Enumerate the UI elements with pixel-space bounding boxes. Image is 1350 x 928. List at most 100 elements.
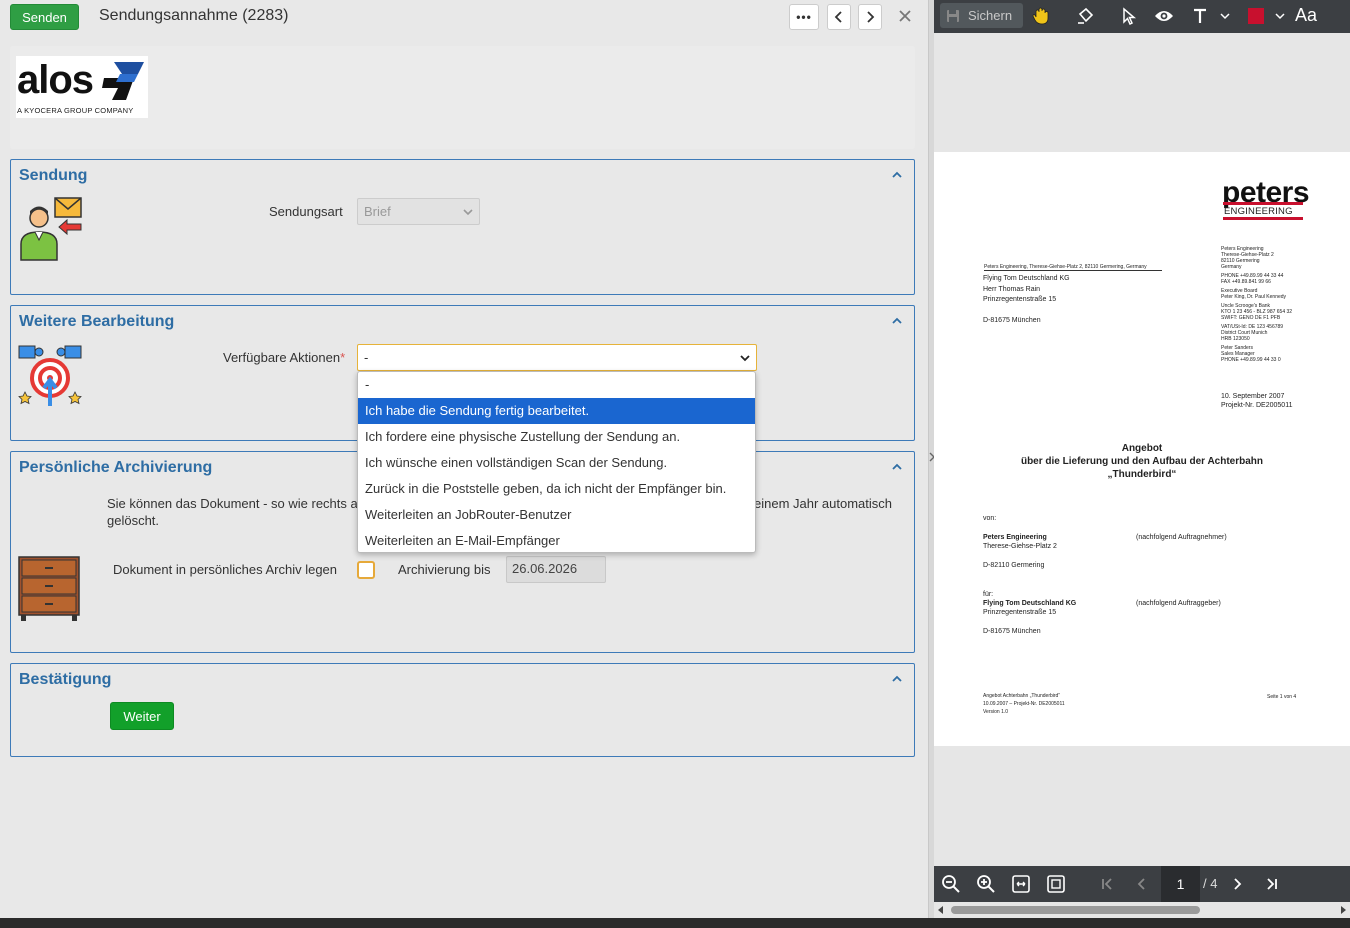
doc-footer-page: Seite 1 von 4 <box>1267 694 1297 700</box>
page-total: / 4 <box>1203 876 1218 891</box>
dropdown-option[interactable]: Ich wünsche einen vollständigen Scan der… <box>358 450 755 476</box>
dropdown-option[interactable]: Ich habe die Sendung fertig bearbeitet. <box>358 398 755 424</box>
doc-fuer-label: für: <box>983 591 994 598</box>
scroll-right-icon[interactable] <box>1339 905 1347 915</box>
doc-sender-rule <box>984 270 1162 271</box>
next-page-icon[interactable] <box>1227 874 1247 894</box>
chevron-up-icon[interactable] <box>890 168 904 182</box>
aktionen-select[interactable]: - <box>357 344 757 371</box>
archiv-info-text-end: einem Jahr automatisch <box>754 496 893 511</box>
eye-icon[interactable] <box>1153 5 1175 27</box>
doc-von-name: Peters Engineering <box>983 534 1047 541</box>
aktionen-label: Verfügbare Aktionen* <box>223 350 345 365</box>
scrollbar-thumb[interactable] <box>951 906 1200 914</box>
doc-von-street: Therese-Giehse-Platz 2 <box>983 543 1057 550</box>
close-button[interactable] <box>895 5 915 27</box>
doc-heading-1: Angebot <box>1121 443 1163 454</box>
chevron-down-icon[interactable] <box>1269 5 1291 27</box>
page-number-input[interactable]: 1 <box>1161 866 1200 902</box>
dropdown-option[interactable]: - <box>358 372 755 398</box>
hand-tool-icon[interactable] <box>1030 5 1052 27</box>
doc-von-label: von: <box>983 515 997 522</box>
archiv-date-label: Archivierung bis <box>398 562 491 577</box>
more-options-button[interactable]: ••• <box>789 4 819 30</box>
doc-heading-2: über die Lieferung und den Aufbau der Ac… <box>1020 456 1264 467</box>
section-title: Sendung <box>19 167 88 184</box>
chevron-left-icon <box>834 11 842 23</box>
dropdown-option[interactable]: Zurück in die Poststelle geben, da ich n… <box>358 476 755 502</box>
doc-recipient-block: Flying Tom Deutschland KG Herr Thomas Rai… <box>983 274 1070 327</box>
logo-mark-icon <box>102 62 144 100</box>
archiv-info-text-start: Sie können das Dokument - so wie rechts … <box>107 496 358 511</box>
zoom-in-icon[interactable] <box>976 874 996 894</box>
pdf-page: peters ENGINEERING Peters Engineering, T… <box>934 152 1350 746</box>
doc-project: Projekt-Nr. DE2005011 <box>1221 402 1293 409</box>
send-button[interactable]: Senden <box>10 4 79 30</box>
next-button[interactable] <box>858 4 882 30</box>
doc-footer-line: 10.09.2007 – Projekt-Nr. DE2005011 <box>983 701 1065 707</box>
chevron-right-icon <box>867 11 875 23</box>
dropdown-option[interactable]: Weiterleiten an JobRouter-Benutzer <box>358 502 755 528</box>
sendungsart-label: Sendungsart <box>269 204 343 219</box>
save-label: Sichern <box>968 8 1013 23</box>
doc-fuer-city: D-81675 München <box>983 628 1041 635</box>
close-icon <box>899 10 911 22</box>
fit-width-icon[interactable] <box>1011 874 1031 894</box>
chevron-up-icon[interactable] <box>890 314 904 328</box>
logo-panel: alos A KYOCERA GROUP COMPANY <box>10 46 915 149</box>
dropdown-option[interactable]: Weiterleiten an E-Mail-Empfänger <box>358 528 755 554</box>
viewer-bottom-toolbar: 1 / 4 <box>934 866 1350 902</box>
chevron-up-icon[interactable] <box>890 672 904 686</box>
zoom-out-icon[interactable] <box>941 874 961 894</box>
logo-subtitle: A KYOCERA GROUP COMPANY <box>17 106 134 115</box>
aktionen-label-text: Verfügbare Aktionen <box>223 350 341 365</box>
section-title: Weitere Bearbeitung <box>19 313 175 330</box>
doc-recipient-line: Herr Thomas Rain <box>983 285 1041 293</box>
section-title: Bestätigung <box>19 671 112 688</box>
form-panel: Senden Sendungsannahme (2283) ••• alos A… <box>0 0 928 918</box>
doc-footer-line: Version 1.0 <box>983 709 1009 715</box>
page-title: Sendungsannahme (2283) <box>99 7 289 24</box>
doc-company-info-line: PHONE +49.89.99 44 33 0 <box>1221 357 1281 363</box>
weiter-button[interactable]: Weiter <box>110 702 174 730</box>
horizontal-scrollbar[interactable] <box>934 902 1350 918</box>
previous-button[interactable] <box>827 4 851 30</box>
required-marker: * <box>340 350 346 365</box>
person-mail-icon <box>20 197 82 261</box>
aktionen-dropdown-list: - Ich habe die Sendung fertig bearbeitet.… <box>357 371 756 553</box>
archiv-checkbox[interactable] <box>357 561 375 579</box>
text-tool-icon[interactable] <box>1189 5 1211 27</box>
floppy-disk-icon <box>947 9 959 22</box>
doc-footer: Angebot Achterbahn „Thunderbird“ 10.09.20… <box>983 693 1065 717</box>
chevron-down-icon <box>740 354 750 361</box>
sendungsart-select[interactable]: Brief <box>357 198 480 225</box>
first-page-icon[interactable] <box>1097 874 1117 894</box>
viewer-toolbar: Sichern Aa <box>934 0 1350 33</box>
doc-von-city: D-82110 Germering <box>983 562 1045 569</box>
target-puzzle-icon <box>18 345 82 406</box>
color-swatch[interactable] <box>1245 5 1267 27</box>
scroll-left-icon[interactable] <box>937 905 945 915</box>
doc-company-info: Peters Engineering Therese-Giehse-Platz 2… <box>1221 246 1292 363</box>
chevron-down-icon[interactable] <box>1214 5 1236 27</box>
dropdown-option[interactable]: Ich fordere eine physische Zustellung de… <box>358 424 755 450</box>
doc-date: 10. September 2007 <box>1221 393 1285 400</box>
font-size-button[interactable]: Aa <box>1295 5 1317 26</box>
doc-recipient-line <box>983 306 1070 317</box>
save-button[interactable]: Sichern <box>940 3 1023 28</box>
archiv-checkbox-label: Dokument in persönliches Archiv legen <box>113 562 338 577</box>
doc-heading-3: „Thunderbird“ <box>1107 469 1177 480</box>
section-sendung: Sendung Sendungsart Brief <box>10 159 915 295</box>
sendungsart-value: Brief <box>364 204 391 219</box>
logo-wordmark: alos <box>17 58 94 102</box>
doc-fuer-name: Flying Tom Deutschland KG <box>983 600 1077 607</box>
archiv-date-input[interactable]: 26.06.2026 <box>506 556 606 583</box>
doc-brand-bottom: ENGINEERING <box>1224 206 1293 217</box>
section-bestaetigung: Bestätigung Weiter <box>10 663 915 757</box>
rotate-icon[interactable] <box>1074 5 1096 27</box>
fit-page-icon[interactable] <box>1046 874 1066 894</box>
chevron-up-icon[interactable] <box>890 460 904 474</box>
last-page-icon[interactable] <box>1262 874 1282 894</box>
previous-page-icon[interactable] <box>1132 874 1152 894</box>
pointer-icon[interactable] <box>1118 5 1140 27</box>
